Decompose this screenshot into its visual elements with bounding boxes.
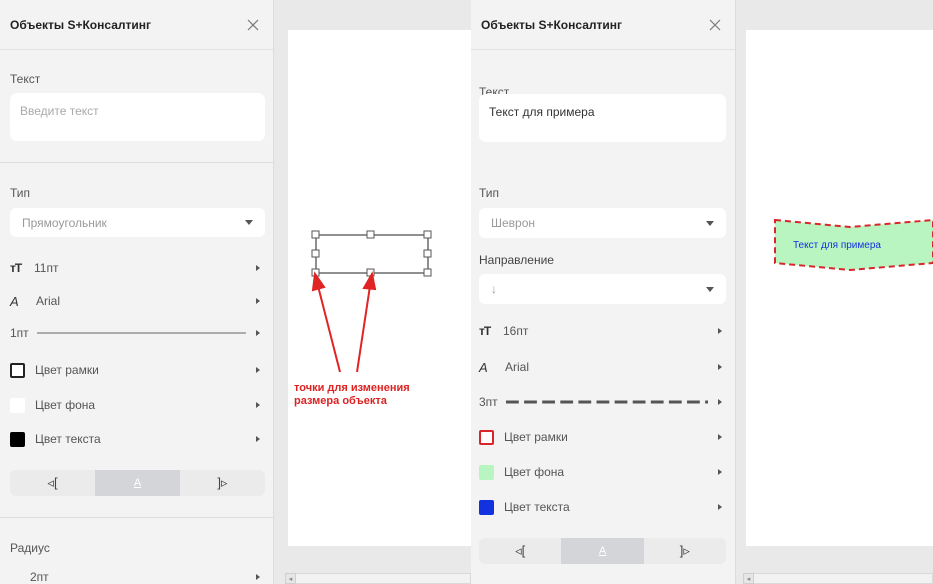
panel-header: Объекты S+Консалтинг	[471, 0, 735, 50]
border-color-swatch	[10, 362, 25, 378]
annotation-text: точки для изменения размера объекта	[294, 382, 410, 408]
text-align-bar: ◃[ A ]▹	[479, 538, 726, 564]
canvas-page-right[interactable]	[746, 30, 933, 546]
panel-title: Объекты S+Консалтинг	[10, 17, 152, 32]
fill-color-label: Цвет фона	[35, 398, 96, 412]
stroke-width-value: 1пт	[10, 326, 29, 340]
divider	[0, 517, 273, 518]
objects-panel-right: Объекты S+Консалтинг Текст Текст для при…	[471, 0, 736, 584]
radius-row[interactable]: 2пт	[10, 566, 260, 584]
chevron-right-icon	[256, 436, 260, 442]
border-color-label: Цвет рамки	[504, 430, 568, 444]
chevron-down-icon	[245, 220, 253, 225]
align-right-button[interactable]: ]▹	[644, 538, 726, 564]
font-size-value: 11пт	[34, 261, 59, 275]
chevron-right-icon	[256, 298, 260, 304]
border-color-swatch	[479, 429, 494, 445]
type-select-value: Прямоугольник	[22, 215, 107, 230]
chevron-right-icon	[718, 434, 722, 440]
annotation-line-1: точки для изменения	[294, 382, 410, 394]
close-icon[interactable]	[707, 17, 723, 33]
chevron-shape-text: Текст для примера	[793, 240, 881, 251]
text-color-label: Цвет текста	[35, 432, 101, 446]
stroke-width-row[interactable]: 3пт	[479, 391, 722, 413]
font-size-row[interactable]: тT 11пт	[10, 257, 260, 279]
divider	[0, 162, 273, 163]
resize-handles	[311, 230, 432, 277]
stroke-line-sample	[505, 400, 708, 404]
text-color-swatch	[479, 499, 494, 515]
fill-color-swatch	[479, 464, 494, 480]
chevron-right-icon	[256, 402, 260, 408]
border-color-row[interactable]: Цвет рамки	[479, 426, 722, 448]
chevron-right-icon	[256, 367, 260, 373]
text-align-bar: ◃[ A ]▹	[10, 470, 265, 496]
font-family-value: Arial	[505, 360, 530, 374]
scroll-left-button[interactable]: ◂	[743, 573, 754, 584]
fill-color-row[interactable]: Цвет фона	[10, 394, 260, 416]
font-icon: A	[10, 293, 19, 309]
stroke-line-sample	[36, 332, 246, 334]
border-color-row[interactable]: Цвет рамки	[10, 359, 260, 381]
text-color-row[interactable]: Цвет текста	[479, 496, 722, 518]
text-input[interactable]: Введите текст	[10, 93, 265, 141]
chevron-down-icon	[706, 286, 714, 292]
radius-value: 2пт	[30, 570, 49, 584]
type-select[interactable]: Шеврон	[479, 208, 726, 238]
stroke-width-row[interactable]: 1пт	[10, 322, 260, 344]
text-color-label: Цвет текста	[504, 500, 570, 514]
selected-rectangle-shape[interactable]	[300, 222, 440, 407]
align-right-button[interactable]: ]▹	[180, 470, 265, 496]
direction-label: Направление	[479, 253, 554, 267]
stroke-width-value: 3пт	[479, 395, 498, 409]
direction-select-value: ↓	[491, 282, 497, 296]
font-size-icon: тT	[479, 324, 491, 338]
font-size-row[interactable]: тT 16пт	[479, 320, 722, 342]
fill-color-label: Цвет фона	[504, 465, 565, 479]
font-family-row[interactable]: A Arial	[10, 290, 260, 312]
type-label: Тип	[10, 186, 31, 200]
chevron-right-icon	[718, 399, 722, 405]
font-size-value: 16пт	[503, 324, 529, 338]
border-color-label: Цвет рамки	[35, 363, 99, 377]
type-select-value: Шеврон	[491, 216, 536, 230]
text-color-swatch	[10, 431, 25, 447]
panel-title: Объекты S+Консалтинг	[481, 17, 623, 32]
align-center-button[interactable]: A	[561, 538, 644, 564]
chevron-right-icon	[718, 364, 722, 370]
chevron-right-icon	[256, 574, 260, 580]
align-left-button[interactable]: ◃[	[479, 538, 561, 564]
align-left-button[interactable]: ◃[	[10, 470, 95, 496]
text-color-row[interactable]: Цвет текста	[10, 428, 260, 450]
scroll-left-button[interactable]: ◂	[285, 573, 296, 584]
objects-panel-left: Объекты S+Консалтинг Текст Введите текст…	[0, 0, 274, 584]
chevron-down-icon	[706, 220, 714, 226]
chevron-right-icon	[256, 265, 260, 271]
align-center-button[interactable]: A	[95, 470, 180, 496]
annotation-line-2: размера объекта	[294, 395, 387, 407]
font-size-icon: тT	[10, 261, 22, 275]
type-label: Тип	[479, 186, 500, 200]
chevron-right-icon	[718, 328, 722, 334]
fill-color-row[interactable]: Цвет фона	[479, 461, 722, 483]
font-family-value: Arial	[36, 294, 61, 308]
direction-select[interactable]: ↓	[479, 274, 726, 304]
horizontal-scrollbar-left[interactable]	[286, 573, 471, 584]
radius-label: Радиус	[10, 541, 50, 555]
panel-header: Объекты S+Консалтинг	[0, 0, 273, 50]
text-input[interactable]: Текст для примера	[479, 94, 726, 142]
chevron-right-icon	[718, 504, 722, 510]
text-label: Текст	[10, 72, 41, 86]
font-family-row[interactable]: A Arial	[479, 356, 722, 378]
fill-color-swatch	[10, 397, 25, 413]
chevron-right-icon	[718, 469, 722, 475]
horizontal-scrollbar-right[interactable]	[744, 573, 933, 584]
chevron-right-icon	[256, 330, 260, 336]
close-icon[interactable]	[245, 17, 261, 33]
annotation-arrows	[311, 271, 377, 373]
font-icon: A	[479, 359, 488, 375]
type-select[interactable]: Прямоугольник	[10, 208, 265, 237]
